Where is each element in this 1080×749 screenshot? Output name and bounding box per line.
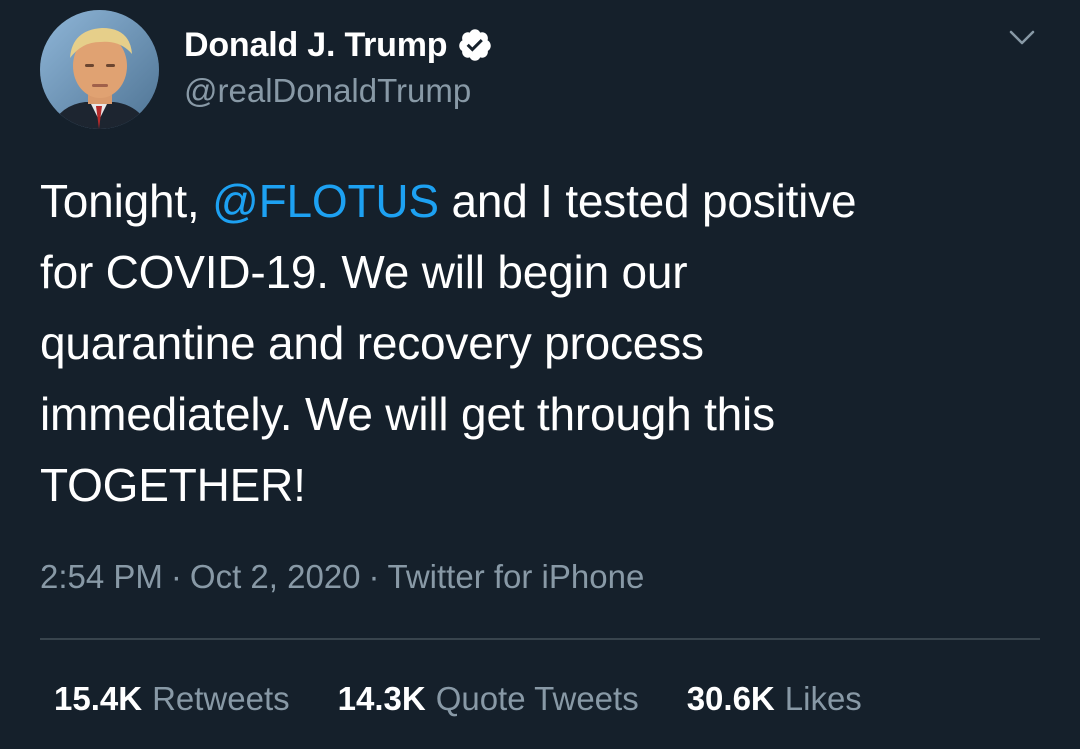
retweets-label: Retweets [152, 680, 290, 717]
avatar-image [40, 10, 159, 129]
avatar[interactable] [40, 10, 159, 129]
tweet-text-line: for COVID-19. We will begin our [40, 246, 688, 298]
divider [40, 638, 1040, 640]
tweet-text-line: TOGETHER! [40, 459, 306, 511]
chevron-down-icon[interactable] [1006, 26, 1038, 50]
quote-tweets-label: Quote Tweets [435, 680, 639, 717]
tweet-date[interactable]: Oct 2, 2020 [190, 558, 361, 595]
likes-stat[interactable]: 30.6K Likes [687, 680, 862, 718]
author-row: Donald J. Trump [184, 24, 493, 66]
author-display-name[interactable]: Donald J. Trump [184, 26, 448, 65]
likes-label: Likes [784, 680, 862, 717]
tweet-source[interactable]: Twitter for iPhone [388, 558, 645, 595]
author-handle[interactable]: @realDonaldTrump [184, 72, 471, 110]
tweet-text-segment: Tonight, [40, 175, 213, 227]
tweet-text: Tonight, @FLOTUS and I tested positive f… [40, 166, 1040, 521]
tweet-text-line: Tonight, @FLOTUS and I tested positive [40, 166, 1040, 237]
tweet-text-segment: and I tested positive [438, 175, 857, 227]
tweet-stats: 15.4K Retweets 14.3K Quote Tweets 30.6K Lik… [54, 680, 862, 718]
retweets-stat[interactable]: 15.4K Retweets [54, 680, 290, 718]
separator: · [368, 558, 380, 595]
likes-count: 30.6K [686, 680, 775, 717]
retweets-count: 15.4K [54, 680, 143, 717]
quote-tweets-stat[interactable]: 14.3K Quote Tweets [338, 680, 639, 718]
tweet-text-line: immediately. We will get through this [40, 388, 775, 440]
tweet-metadata: 2:54 PM · Oct 2, 2020 · Twitter for iPhone [40, 558, 644, 596]
mention-link[interactable]: @FLOTUS [212, 175, 439, 227]
separator: · [170, 558, 182, 595]
quote-tweets-count: 14.3K [337, 680, 426, 717]
tweet-time[interactable]: 2:54 PM [40, 558, 163, 595]
verified-badge-icon [457, 27, 493, 63]
tweet-text-line: quarantine and recovery process [40, 317, 704, 369]
